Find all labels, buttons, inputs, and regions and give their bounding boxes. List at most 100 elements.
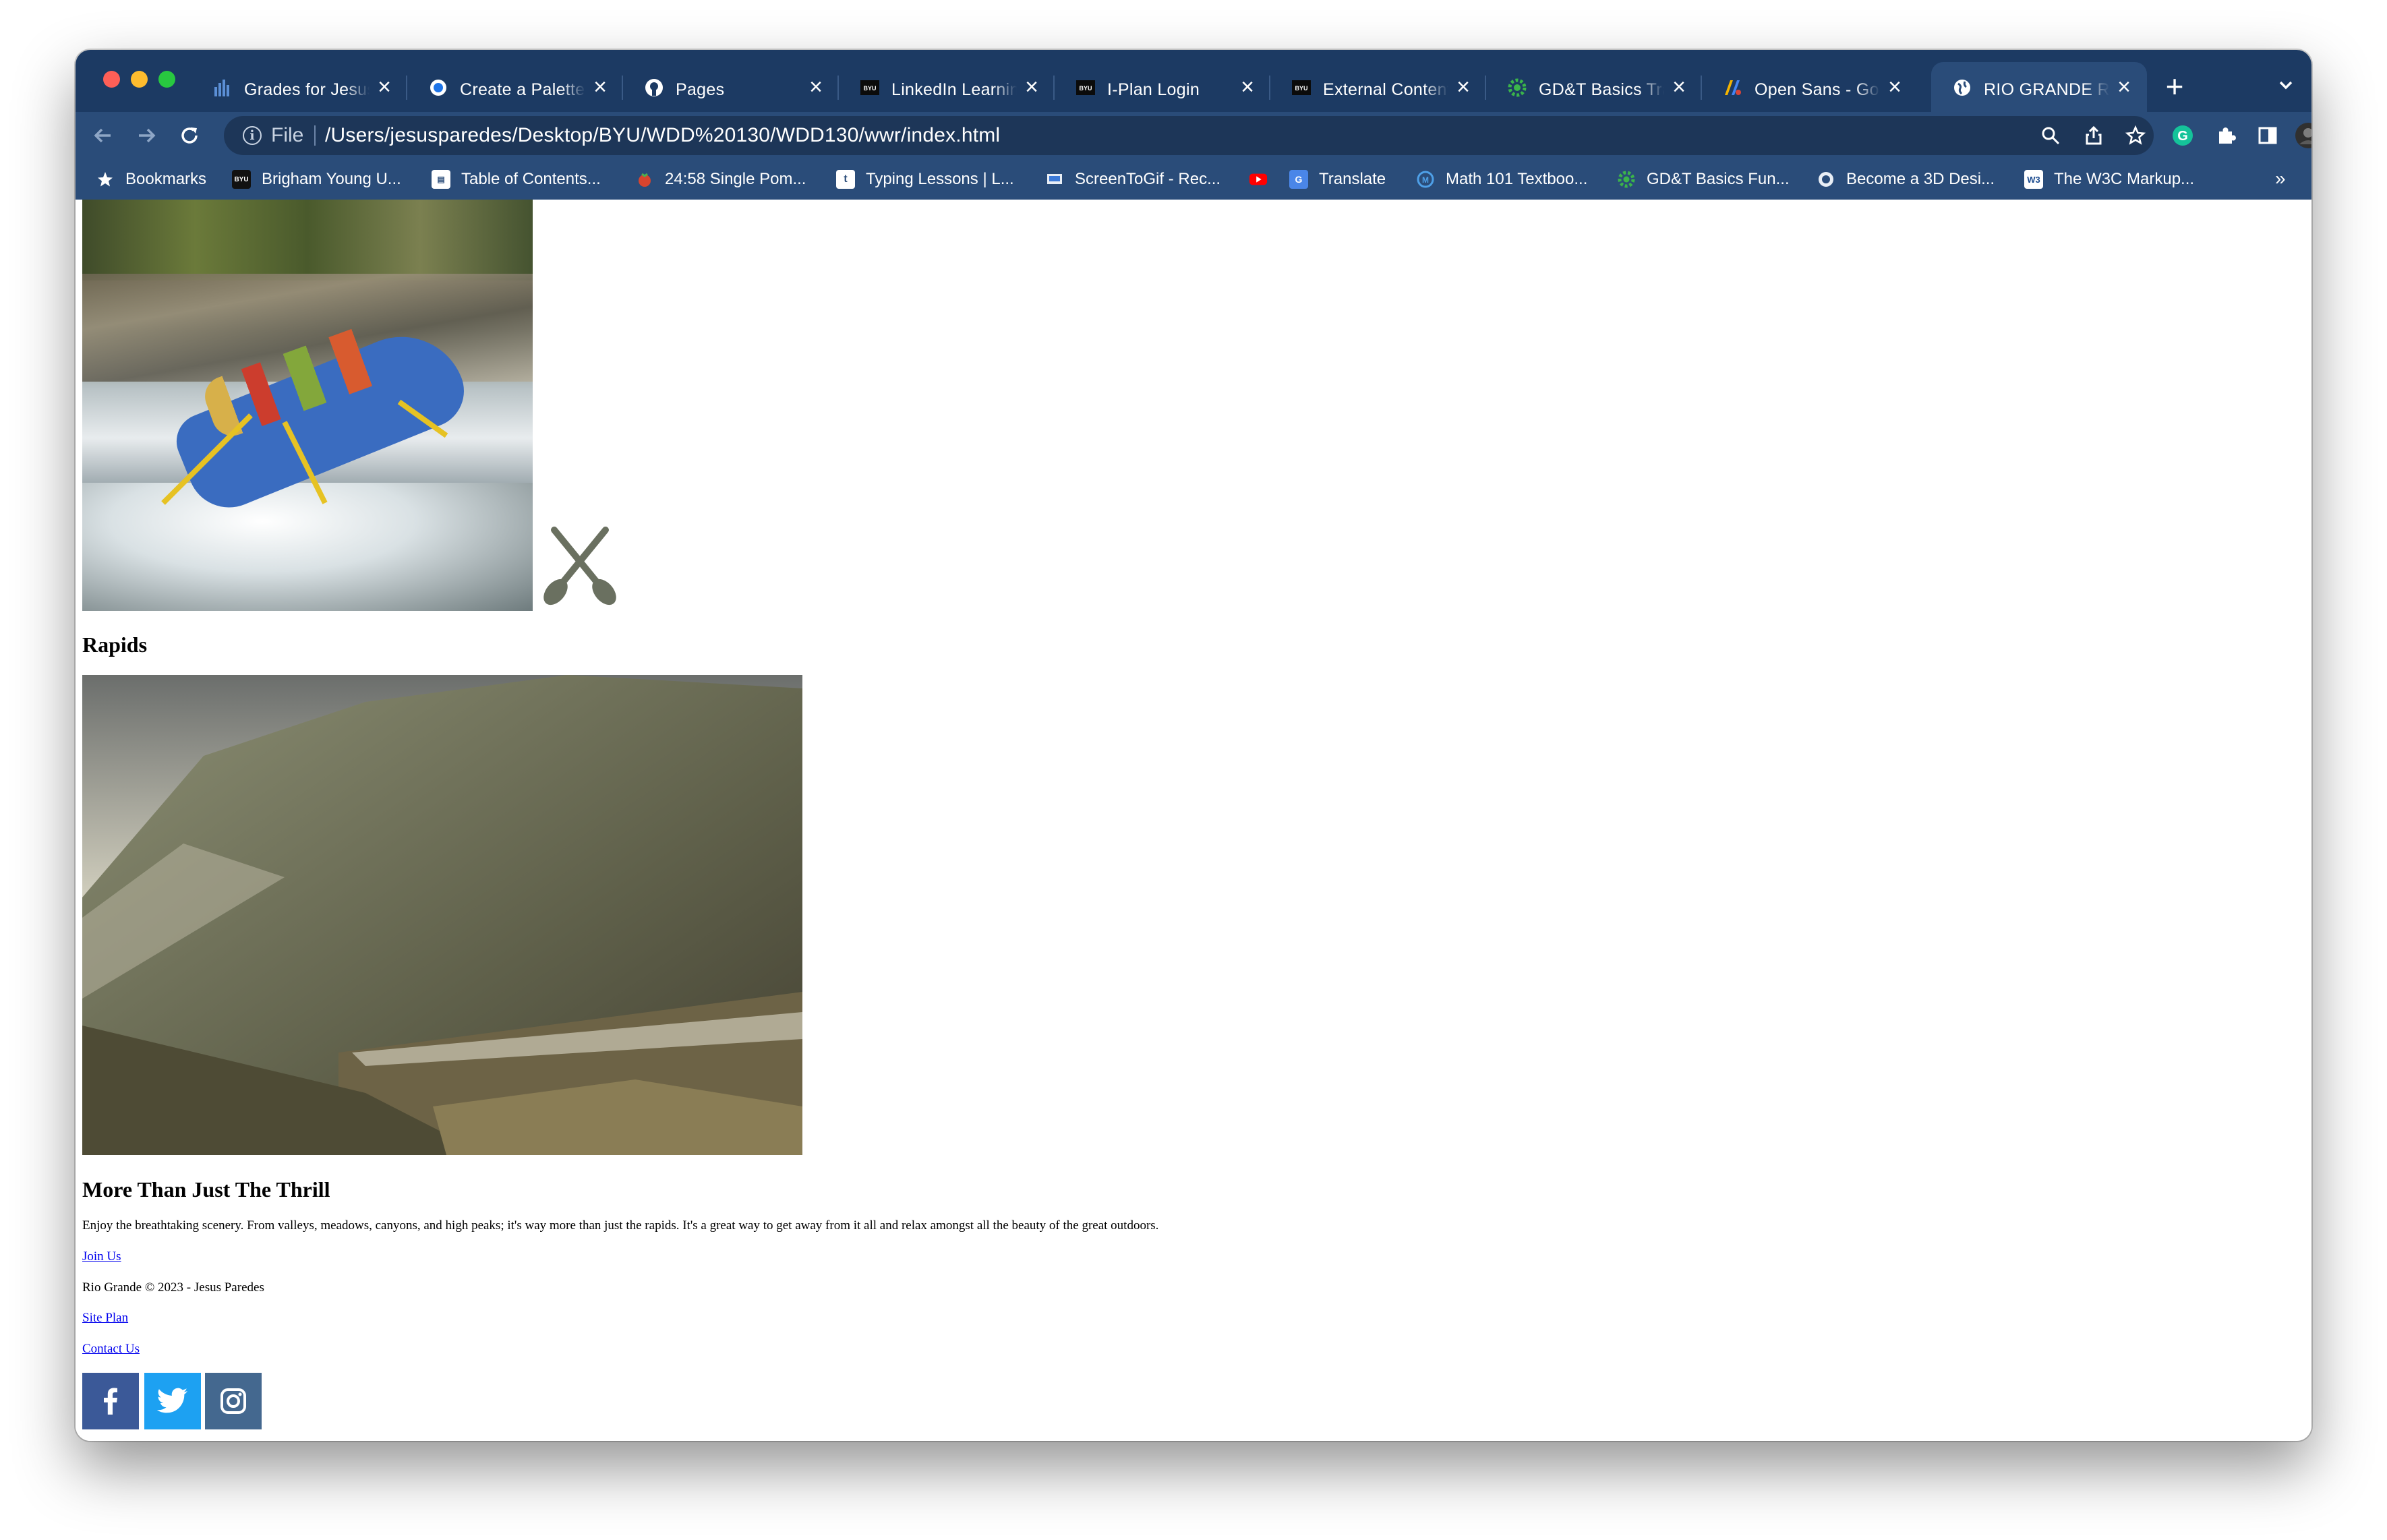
minimize-window-button[interactable] bbox=[131, 71, 148, 88]
twitter-button[interactable] bbox=[144, 1373, 201, 1429]
tab-open-sans[interactable]: Open Sans - Google Fonts × bbox=[1702, 62, 1918, 112]
bookmark-math-textbook[interactable]: M Math 101 Textboo... bbox=[1416, 159, 1587, 200]
screentogif-icon bbox=[1045, 170, 1064, 189]
gear-icon bbox=[1506, 77, 1528, 98]
address-divider bbox=[314, 125, 316, 146]
browser-toolbar: i File /Users/jesusparedes/Desktop/BYU/W… bbox=[76, 112, 2311, 159]
share-icon[interactable] bbox=[2081, 123, 2106, 148]
tab-title: Open Sans - Google Fonts bbox=[1755, 78, 1880, 101]
bookmark-star-icon[interactable] bbox=[2123, 123, 2148, 148]
bookmark-screentogif[interactable]: ScreenToGif - Rec... bbox=[1045, 159, 1220, 200]
arrow-left-icon bbox=[94, 128, 111, 143]
bookmark-w3c-markup[interactable]: W3 The W3C Markup... bbox=[2024, 159, 2194, 200]
url-text[interactable]: /Users/jesusparedes/Desktop/BYU/WDD%2013… bbox=[325, 123, 1000, 148]
zoom-icon[interactable] bbox=[2038, 123, 2063, 148]
tab-pages[interactable]: Pages × bbox=[623, 62, 839, 112]
new-tab-button[interactable]: + bbox=[2159, 71, 2190, 102]
bookmark-table-of-contents[interactable]: ▤ Table of Contents... bbox=[432, 159, 601, 200]
youtube-icon bbox=[1249, 170, 1268, 189]
mountain-scene bbox=[82, 675, 802, 1155]
close-icon[interactable]: × bbox=[1884, 76, 1906, 98]
bookmark-label: GD&T Basics Fun... bbox=[1647, 170, 1790, 188]
close-icon[interactable]: × bbox=[805, 76, 827, 98]
palette-icon bbox=[428, 77, 449, 98]
back-button[interactable] bbox=[86, 119, 120, 152]
instagram-button[interactable] bbox=[205, 1373, 262, 1429]
facebook-icon bbox=[104, 1388, 117, 1415]
tab-linkedin-learning[interactable]: BYU LinkedIn Learning × bbox=[839, 62, 1055, 112]
bookmark-pomodoro[interactable]: 24:58 Single Pom... bbox=[635, 159, 806, 200]
close-icon[interactable]: × bbox=[1237, 76, 1258, 98]
tab-strip: Grades for Jesus × Create a Palette × Pa… bbox=[76, 50, 2311, 112]
bookmark-translate[interactable]: G Translate bbox=[1289, 159, 1386, 200]
profile-avatar[interactable] bbox=[2291, 119, 2311, 152]
close-icon[interactable]: × bbox=[1668, 76, 1690, 98]
contact-us-link[interactable]: Contact Us bbox=[82, 1341, 140, 1357]
info-icon[interactable]: i bbox=[243, 126, 262, 145]
close-icon[interactable]: × bbox=[374, 76, 395, 98]
join-us-link[interactable]: Join Us bbox=[82, 1249, 121, 1265]
side-panel-icon[interactable] bbox=[2251, 119, 2285, 152]
photo-paddles bbox=[161, 399, 448, 505]
github-icon bbox=[643, 77, 665, 98]
svg-text:BYU: BYU bbox=[863, 85, 876, 92]
tab-create-palette[interactable]: Create a Palette × bbox=[407, 62, 623, 112]
tab-title: External Content bbox=[1323, 78, 1448, 101]
bookmark-label: Translate bbox=[1319, 170, 1386, 188]
translate-icon: G bbox=[1289, 170, 1308, 189]
byu-icon: BYU bbox=[1291, 77, 1312, 98]
mountain-valley-photo bbox=[82, 675, 802, 1155]
byu-icon: BYU bbox=[1075, 77, 1096, 98]
svg-text:M: M bbox=[1422, 175, 1429, 185]
bookmark-byu[interactable]: BYU Brigham Young U... bbox=[232, 159, 401, 200]
reload-button[interactable] bbox=[173, 119, 206, 152]
tab-iplan-login[interactable]: BYU I-Plan Login × bbox=[1055, 62, 1270, 112]
forward-button[interactable] bbox=[129, 119, 163, 152]
tab-rio-grande[interactable]: RIO GRANDE RAFTING × bbox=[1931, 62, 2147, 112]
bookmark-label: The W3C Markup... bbox=[2054, 170, 2195, 188]
bookmark-label: Typing Lessons | L... bbox=[866, 170, 1014, 188]
textbook-icon: M bbox=[1416, 170, 1435, 189]
w3c-icon: W3 bbox=[2024, 170, 2043, 189]
facebook-button[interactable] bbox=[82, 1373, 139, 1429]
typing-icon: t bbox=[836, 170, 855, 189]
maximize-window-button[interactable] bbox=[158, 71, 175, 88]
copyright-text: Rio Grande © 2023 - Jesus Paredes bbox=[82, 1280, 264, 1295]
byu-icon: BYU bbox=[859, 77, 881, 98]
bookmarks-overflow-button[interactable]: » bbox=[2275, 167, 2286, 190]
close-icon[interactable]: × bbox=[589, 76, 611, 98]
bookmark-label: ScreenToGif - Rec... bbox=[1075, 170, 1221, 188]
reload-icon bbox=[181, 127, 198, 144]
bookmark-youtube[interactable] bbox=[1249, 159, 1278, 200]
close-icon[interactable]: × bbox=[1021, 76, 1042, 98]
tomato-icon bbox=[635, 170, 654, 189]
close-icon[interactable]: × bbox=[2113, 76, 2135, 98]
tab-title: Pages bbox=[676, 78, 801, 101]
address-bar[interactable]: i File /Users/jesusparedes/Desktop/BYU/W… bbox=[224, 116, 2154, 155]
twitter-icon bbox=[156, 1388, 187, 1413]
book-icon: ▤ bbox=[432, 170, 450, 189]
extensions-puzzle-icon[interactable] bbox=[2209, 119, 2243, 152]
tab-grades[interactable]: Grades for Jesus × bbox=[191, 62, 407, 112]
close-window-button[interactable] bbox=[103, 71, 120, 88]
tab-title: GD&T Basics Training bbox=[1539, 78, 1664, 101]
star-icon bbox=[96, 170, 115, 189]
tab-external-content[interactable]: BYU External Content × bbox=[1270, 62, 1486, 112]
svg-text:G: G bbox=[2177, 129, 2188, 144]
grammarly-icon[interactable]: G bbox=[2166, 119, 2200, 152]
google-fonts-icon bbox=[1722, 77, 1744, 98]
tab-search-chevron-down-icon[interactable] bbox=[2272, 74, 2299, 101]
close-icon[interactable]: × bbox=[1452, 76, 1474, 98]
bookmark-bookmarks-folder[interactable]: Bookmarks bbox=[96, 159, 206, 200]
bookmark-label: Brigham Young U... bbox=[262, 170, 401, 188]
bookmark-typing-lessons[interactable]: t Typing Lessons | L... bbox=[836, 159, 1014, 200]
bookmark-3d-design[interactable]: Become a 3D Desi... bbox=[1817, 159, 1995, 200]
page-content: Rapids More Than Just The Thrill Enjoy t… bbox=[76, 200, 2311, 1441]
bookmark-gdt-basics[interactable]: GD&T Basics Fun... bbox=[1617, 159, 1790, 200]
globe-icon bbox=[1951, 77, 1973, 98]
bookmark-label: Bookmarks bbox=[125, 170, 207, 188]
site-plan-link[interactable]: Site Plan bbox=[82, 1310, 128, 1326]
tab-gdt-basics[interactable]: GD&T Basics Training × bbox=[1486, 62, 1702, 112]
bookmark-label: Table of Contents... bbox=[461, 170, 601, 188]
crossed-paddles-icon bbox=[539, 525, 620, 605]
